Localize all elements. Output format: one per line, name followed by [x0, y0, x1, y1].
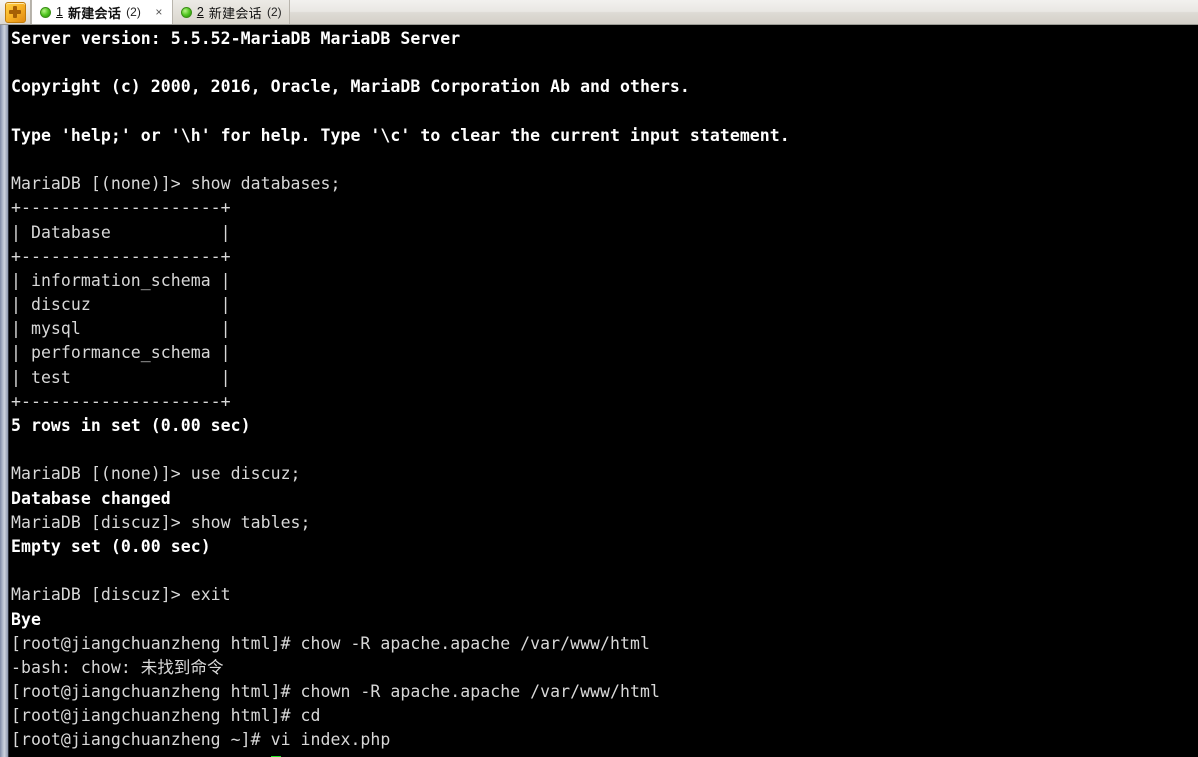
tab-count-2: (2) — [266, 5, 282, 19]
terminal-app-icon — [4, 1, 26, 23]
terminal-line: | mysql | — [11, 319, 231, 339]
terminal-line: 5 rows in set (0.00 sec) — [11, 416, 251, 435]
terminal-line: | Database | — [11, 222, 231, 242]
terminal-prompt-line: [root@jiangchuanzheng ~]# — [11, 753, 1198, 757]
terminal-line: | discuz | — [11, 295, 231, 315]
app-menu-button[interactable] — [0, 0, 31, 24]
close-icon[interactable]: × — [153, 5, 165, 19]
terminal-output[interactable]: Server version: 5.5.52-MariaDB MariaDB S… — [9, 25, 1198, 757]
terminal-line: Server version: 5.5.52-MariaDB MariaDB S… — [11, 29, 461, 48]
tab-bar: 1 新建会话 (2) × 2 新建会话 (2) — [0, 0, 1198, 25]
tab-title-2: 新建会话 — [208, 5, 262, 21]
terminal-line: Copyright (c) 2000, 2016, Oracle, MariaD… — [11, 77, 690, 97]
terminal-line: -bash: chow: 未找到命令 — [11, 657, 224, 677]
terminal-line: Type 'help;' or '\h' for help. Type '\c'… — [11, 125, 790, 145]
terminal-line: Empty set (0.00 sec) — [11, 536, 211, 556]
terminal-line: | performance_schema | — [11, 343, 231, 363]
terminal-window: Server version: 5.5.52-MariaDB MariaDB S… — [0, 25, 1198, 757]
terminal-line: Bye — [11, 609, 41, 629]
terminal-line: +--------------------+ — [11, 391, 231, 411]
green-status-dot — [40, 6, 51, 18]
tab-session-1[interactable]: 1 新建会话 (2) × — [31, 0, 173, 24]
terminal-line: MariaDB [discuz]> exit — [11, 585, 231, 605]
terminal-line: | information_schema | — [11, 270, 231, 290]
terminal-line: Database changed — [11, 488, 171, 508]
terminal-line: MariaDB [discuz]> show tables; — [11, 512, 311, 532]
tab-count-1: (2) — [126, 5, 141, 19]
terminal-line: [root@jiangchuanzheng html]# chow -R apa… — [11, 633, 650, 653]
tab-index-2: 2 — [196, 5, 204, 19]
terminal-line: [root@jiangchuanzheng ~]# vi index.php — [11, 730, 391, 750]
green-status-dot — [180, 6, 192, 18]
vertical-scrollbar[interactable] — [0, 25, 9, 757]
terminal-line: MariaDB [(none)]> use discuz; — [11, 464, 301, 484]
tab-title-1: 新建会话 — [67, 5, 122, 21]
tab-index-1: 1 — [56, 5, 63, 19]
terminal-line: [root@jiangchuanzheng html]# chown -R ap… — [11, 682, 660, 702]
terminal-line: +--------------------+ — [11, 198, 231, 218]
terminal-line: MariaDB [(none)]> show databases; — [11, 174, 341, 194]
terminal-lines: Server version: 5.5.52-MariaDB MariaDB S… — [11, 27, 1198, 753]
terminal-line: | test | — [11, 367, 231, 387]
terminal-line: +--------------------+ — [11, 246, 231, 266]
terminal-line: [root@jiangchuanzheng html]# cd — [11, 706, 321, 726]
tab-session-2[interactable]: 2 新建会话 (2) — [172, 0, 290, 24]
